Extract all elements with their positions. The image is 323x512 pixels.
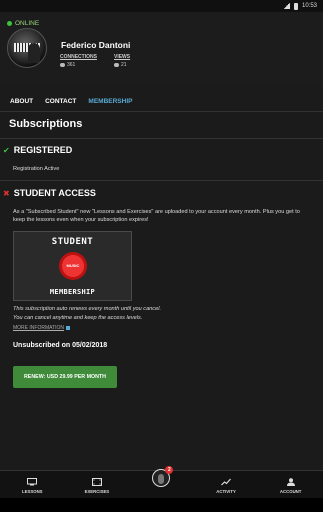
nav-account[interactable]: ACCOUNT [258, 471, 323, 498]
status-time: 10:53 [301, 3, 317, 9]
registered-title: REGISTERED [13, 145, 73, 155]
chart-line-icon [221, 478, 232, 486]
student-access-description: As a "Subscribed Student" new "Lessons a… [13, 209, 300, 223]
tab-contact[interactable]: CONTACT [45, 98, 76, 105]
student-access-title: STUDENT ACCESS [13, 188, 96, 198]
nav-lessons-label: LESSONS [22, 489, 43, 494]
status-bar: 10:53 [0, 0, 323, 12]
logo-text: MUSIC [66, 263, 80, 268]
battery-icon [293, 2, 298, 10]
person-image [28, 43, 40, 63]
people-icon [60, 63, 65, 67]
nav-lessons[interactable]: LESSONS [0, 471, 65, 498]
film-icon [91, 478, 102, 486]
tab-membership[interactable]: MEMBERSHIP [88, 98, 132, 105]
card-title: STUDENT [51, 237, 94, 247]
divider [0, 180, 323, 181]
profile-tabs: ABOUT CONTACT MEMBERSHIP [0, 92, 323, 112]
external-link-icon [66, 326, 71, 330]
unsubscribed-status: Unsubscribed on 05/02/2018 [13, 342, 108, 349]
signal-icon [282, 3, 290, 9]
nav-activity[interactable]: ACTIVITY [194, 471, 259, 498]
tab-about[interactable]: ABOUT [10, 98, 33, 105]
online-status: ONLINE [15, 20, 40, 27]
monitor-icon [27, 478, 38, 486]
student-access-heading: ✖ STUDENT ACCESS [3, 188, 96, 198]
connections-count: 361 [67, 62, 76, 68]
profile-header: ONLINE Federico Dantoni CONNECTIONS 361 … [0, 12, 323, 84]
cross-icon: ✖ [3, 188, 10, 198]
check-icon: ✔ [3, 145, 10, 155]
eye-icon [114, 63, 119, 67]
card-subtitle: MEMBERSHIP [49, 288, 96, 296]
system-nav-bar [0, 498, 323, 512]
views-stat[interactable]: VIEWS 21 [114, 54, 130, 68]
nav-exercises[interactable]: EXERCISES [65, 471, 130, 498]
registered-heading: ✔ REGISTERED [3, 145, 72, 155]
connections-stat[interactable]: CONNECTIONS 361 [60, 54, 97, 68]
online-dot-icon [7, 21, 12, 26]
bottom-nav: LESSONS EXERCISES 2 ACTIVITY ACCOUNT [0, 466, 323, 498]
divider [0, 138, 323, 139]
more-information-label: MORE INFORMATION [13, 325, 65, 331]
renew-button[interactable]: RENEW: USD 29.99 PER MONTH [13, 366, 117, 388]
page-title: Subscriptions [9, 118, 83, 130]
connections-label: CONNECTIONS [60, 54, 97, 60]
nav-activity-label: ACTIVITY [216, 489, 236, 494]
nav-exercises-label: EXERCISES [84, 489, 110, 494]
registration-status: Registration Active [13, 166, 60, 172]
nav-account-label: ACCOUNT [279, 489, 302, 494]
music-logo-icon: MUSIC [59, 252, 87, 280]
online-indicator: ONLINE [7, 20, 39, 27]
views-label: VIEWS [114, 54, 131, 60]
profile-name: Federico Dantoni [61, 40, 131, 50]
nav-profile[interactable]: 2 [129, 466, 194, 498]
student-membership-card: STUDENT MUSIC MEMBERSHIP [13, 231, 132, 301]
user-icon [286, 478, 295, 486]
notification-badge: 2 [165, 466, 174, 474]
views-count: 21 [121, 62, 127, 68]
more-information-link[interactable]: MORE INFORMATION [13, 325, 71, 331]
cancel-note: You can cancel anytime and keep the acce… [13, 315, 143, 321]
auto-renew-note: This subscription auto renews every mont… [13, 306, 161, 312]
avatar[interactable] [7, 28, 47, 68]
